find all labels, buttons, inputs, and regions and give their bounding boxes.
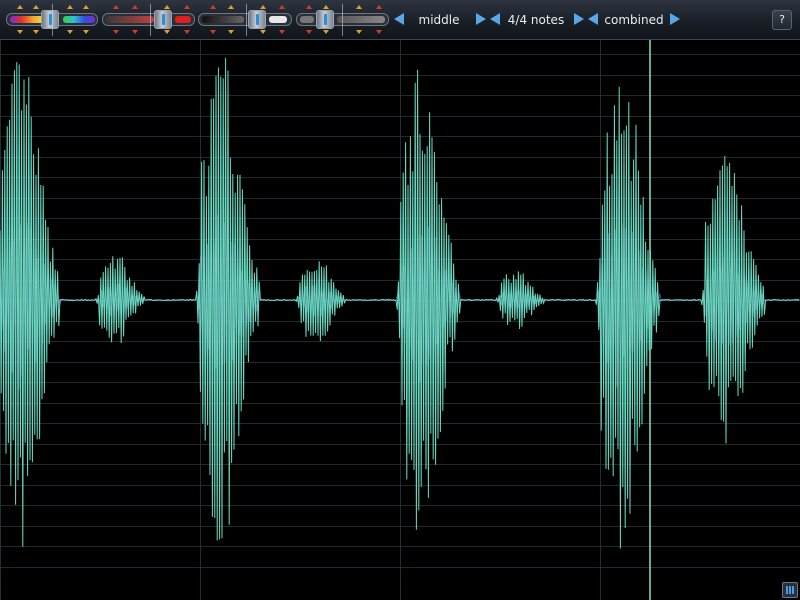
tick-marker <box>260 5 266 9</box>
tick-marker <box>67 30 73 34</box>
tick-marker <box>356 30 362 34</box>
tick-marker <box>306 30 312 34</box>
resize-grip-icon[interactable] <box>782 582 798 598</box>
tick-marker <box>33 30 39 34</box>
tick-marker <box>164 30 170 34</box>
position-next-arrow-icon[interactable] <box>476 13 486 25</box>
tick-marker <box>356 5 362 9</box>
tick-marker <box>228 5 234 9</box>
tick-marker <box>376 30 382 34</box>
tick-marker <box>210 5 216 9</box>
marker-line <box>246 4 247 36</box>
saturation-slider-handle[interactable] <box>154 10 172 29</box>
marker-line <box>52 4 53 36</box>
tick-marker <box>33 5 39 9</box>
tick-marker <box>260 30 266 34</box>
tick-marker <box>279 5 285 9</box>
tick-marker <box>210 30 216 34</box>
position-prev-arrow-icon[interactable] <box>394 13 404 25</box>
saturation-slider[interactable] <box>102 13 195 26</box>
tick-marker <box>323 5 329 9</box>
notes-next-arrow-icon[interactable] <box>574 13 584 25</box>
tick-marker <box>228 30 234 34</box>
mode-next-arrow-icon[interactable] <box>670 13 680 25</box>
tick-marker <box>17 30 23 34</box>
tick-marker <box>132 30 138 34</box>
tick-marker <box>67 5 73 9</box>
help-button[interactable]: ? <box>772 10 792 30</box>
tick-marker <box>323 30 329 34</box>
tick-marker <box>164 5 170 9</box>
mode-label: combined <box>604 13 664 27</box>
color-slider-handle[interactable] <box>41 10 59 29</box>
notes-prev-arrow-icon[interactable] <box>490 13 500 25</box>
notes-count-label: 4/4 notes <box>507 13 565 27</box>
marker-line <box>342 4 343 36</box>
brightness-slider[interactable] <box>198 13 292 26</box>
position-label: middle <box>418 13 460 27</box>
waveform-view[interactable] <box>0 40 800 600</box>
tick-marker <box>83 30 89 34</box>
tick-marker <box>184 5 190 9</box>
tick-marker <box>17 5 23 9</box>
tick-marker <box>113 5 119 9</box>
tick-marker <box>279 30 285 34</box>
brightness-slider-handle[interactable] <box>248 10 266 29</box>
tick-marker <box>184 30 190 34</box>
mode-prev-arrow-icon[interactable] <box>588 13 598 25</box>
marker-line <box>150 4 151 36</box>
tick-marker <box>132 5 138 9</box>
toolbar: middle 4/4 notes combined ? <box>0 0 800 40</box>
tick-marker <box>113 30 119 34</box>
tick-marker <box>83 5 89 9</box>
tick-marker <box>306 5 312 9</box>
tick-marker <box>376 5 382 9</box>
opacity-slider-handle[interactable] <box>316 10 334 29</box>
